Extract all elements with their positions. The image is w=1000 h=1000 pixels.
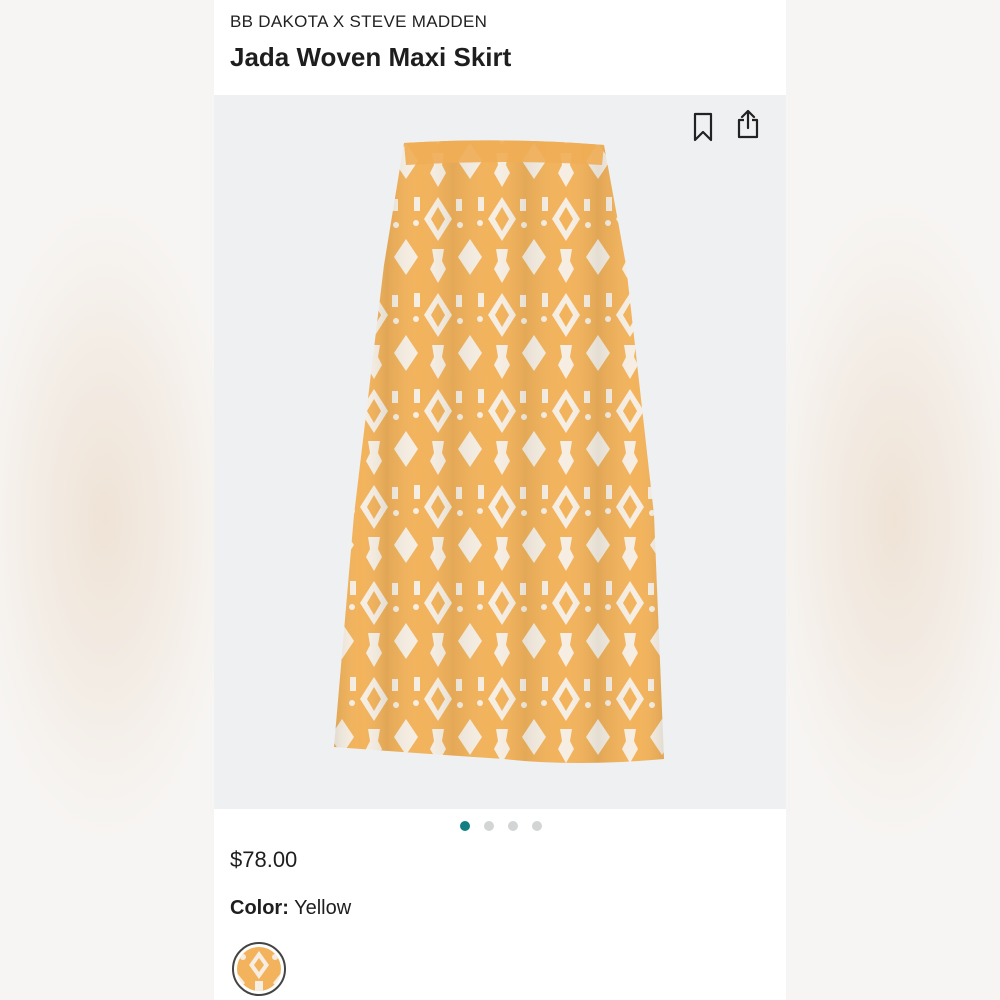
product-price: $78.00	[230, 847, 298, 872]
gallery-dot-2[interactable]	[484, 821, 494, 831]
product-gallery[interactable]	[214, 95, 786, 809]
color-swatch-yellow[interactable]	[232, 942, 286, 996]
share-icon[interactable]	[736, 109, 760, 139]
color-value: Yellow	[294, 897, 352, 919]
color-label: Color:	[230, 897, 289, 919]
color-selection-label: Color: Yellow	[230, 897, 351, 920]
gallery-dot-4[interactable]	[532, 821, 542, 831]
product-image[interactable]	[214, 95, 786, 809]
gallery-pagination	[460, 821, 542, 831]
bookmark-icon[interactable]	[692, 111, 714, 143]
brand-name[interactable]: BB DAKOTA X STEVE MADDEN	[230, 12, 487, 32]
swatch-pattern-icon	[237, 947, 281, 991]
product-card: BB DAKOTA X STEVE MADDEN Jada Woven Maxi…	[214, 0, 786, 1000]
product-title: Jada Woven Maxi Skirt	[230, 42, 512, 72]
gallery-dot-3[interactable]	[508, 821, 518, 831]
gallery-dot-1[interactable]	[460, 821, 470, 831]
